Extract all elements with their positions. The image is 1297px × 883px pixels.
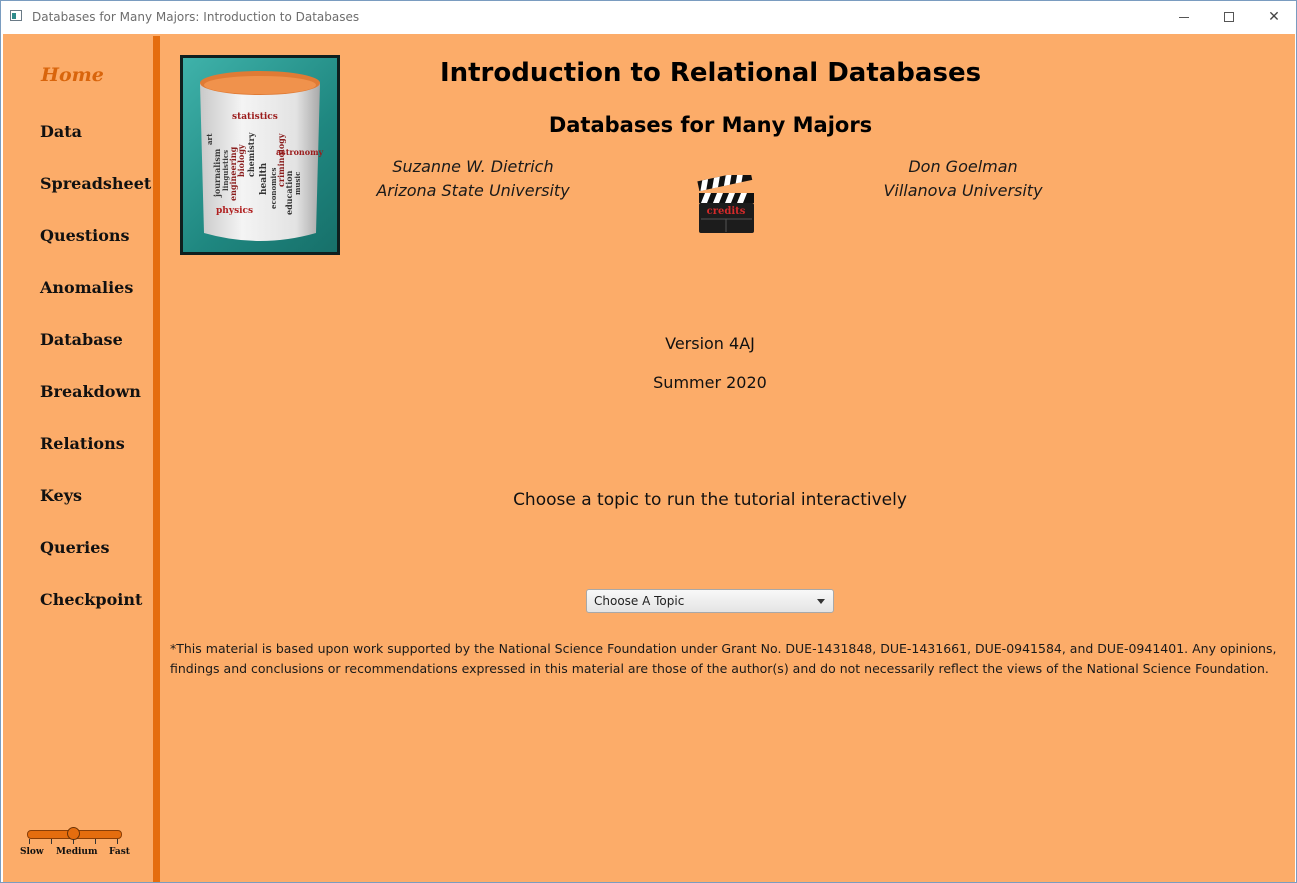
funding-footnote: *This material is based upon work suppor… <box>170 641 1277 676</box>
minimize-button[interactable] <box>1161 1 1207 33</box>
minimize-icon <box>1179 16 1189 18</box>
release-date-text: Summer 2020 <box>653 373 767 392</box>
nav-keys[interactable]: Keys <box>40 486 82 505</box>
speed-label-medium: Medium <box>56 847 98 857</box>
maximize-icon <box>1224 12 1234 22</box>
author-name: Don Goelman <box>908 157 1018 176</box>
nav-relations[interactable]: Relations <box>40 434 125 453</box>
author-right: Don Goelman Villanova University <box>833 155 1093 203</box>
credits-clapperboard-button[interactable]: credits <box>696 175 756 235</box>
author-affiliation: Arizona State University <box>376 181 570 200</box>
instruction-text: Choose a topic to run the tutorial inter… <box>513 490 907 510</box>
app-icon <box>10 10 22 21</box>
logo-word: physics <box>216 206 253 216</box>
topic-dropdown-value: Choose A Topic <box>594 594 685 608</box>
author-left: Suzanne W. Dietrich Arizona State Univer… <box>343 155 603 203</box>
nav-checkpoint[interactable]: Checkpoint <box>40 590 142 609</box>
window-title: Databases for Many Majors: Introduction … <box>32 10 360 24</box>
nav-questions[interactable]: Questions <box>40 226 130 245</box>
logo-word: music <box>293 172 302 195</box>
nav-breakdown[interactable]: Breakdown <box>40 382 141 401</box>
logo-word: astronomy <box>276 147 324 157</box>
slider-tick <box>117 839 118 844</box>
title-bar[interactable]: Databases for Many Majors: Introduction … <box>1 1 1296 33</box>
page-title: Introduction to Relational Databases <box>439 58 982 88</box>
nav-home[interactable]: Home <box>41 64 104 86</box>
slider-tick <box>95 839 96 844</box>
speed-slider[interactable]: Slow Medium Fast <box>19 827 130 859</box>
close-button[interactable]: ✕ <box>1251 1 1297 33</box>
client-area: Home Data Spreadsheet Questions Anomalie… <box>3 34 1295 882</box>
app-window: Databases for Many Majors: Introduction … <box>0 0 1297 883</box>
speed-label-fast: Fast <box>109 847 130 857</box>
nav-queries[interactable]: Queries <box>40 538 109 557</box>
credits-label: credits <box>707 206 746 217</box>
nav-spreadsheet[interactable]: Spreadsheet <box>40 174 151 193</box>
speed-label-slow: Slow <box>20 847 44 857</box>
close-icon: ✕ <box>1268 9 1280 25</box>
slider-tick <box>51 839 52 844</box>
sidebar: Home Data Spreadsheet Questions Anomalie… <box>3 34 153 882</box>
slider-tick <box>73 839 74 844</box>
page-subtitle: Databases for Many Majors <box>548 113 873 137</box>
author-name: Suzanne W. Dietrich <box>392 157 554 176</box>
logo-word: chemistry <box>246 132 256 177</box>
slider-tick <box>29 839 30 844</box>
version-text: Version 4AJ <box>665 334 755 353</box>
nav-database[interactable]: Database <box>40 330 123 349</box>
logo-word: biology <box>236 144 246 177</box>
sidebar-divider <box>153 36 160 882</box>
nav-data[interactable]: Data <box>40 122 82 141</box>
author-affiliation: Villanova University <box>883 181 1043 200</box>
maximize-button[interactable] <box>1206 1 1252 33</box>
clapperboard-icon: credits <box>697 175 754 233</box>
dropdown-arrow-icon[interactable] <box>817 599 825 604</box>
topic-dropdown[interactable]: Choose A Topic <box>586 589 834 613</box>
logo-word: health <box>259 162 269 195</box>
nav-anomalies[interactable]: Anomalies <box>40 278 133 297</box>
